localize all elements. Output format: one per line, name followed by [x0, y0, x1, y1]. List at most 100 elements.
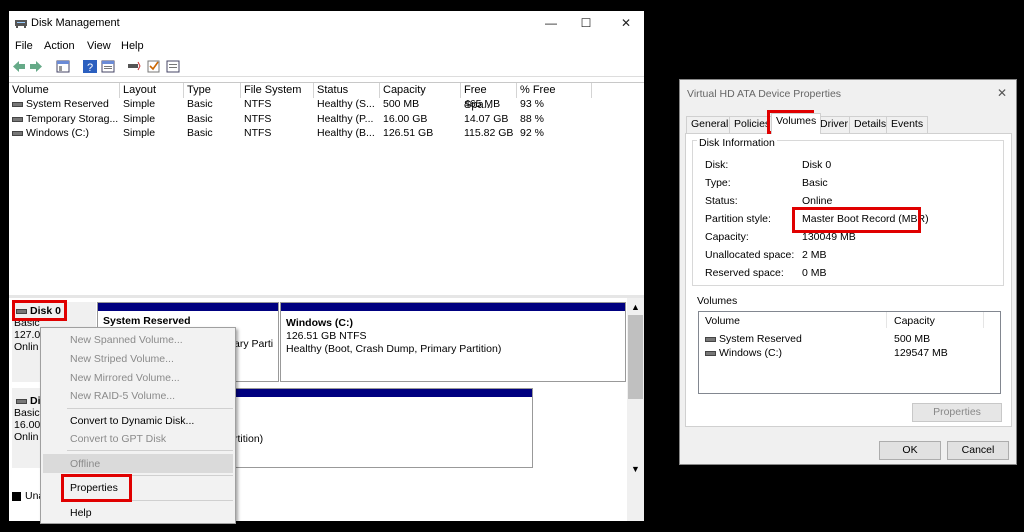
title-bar: Disk Management — ☐ ✕ — [9, 11, 644, 36]
percent-free-cell: 88 % — [520, 113, 544, 125]
partition-bar — [281, 303, 625, 311]
menu-item-help[interactable]: Help — [70, 506, 92, 520]
volumes-tab-panel: Disk Information Disk: Disk 0 Type: Basi… — [685, 133, 1012, 427]
minimize-button[interactable]: — — [541, 15, 561, 31]
menu-help[interactable]: Help — [121, 40, 144, 52]
field-reserved-label: Reserved space: — [705, 267, 784, 279]
column-header-type[interactable]: Type — [184, 83, 241, 98]
menu-item-new-raid5-volume[interactable]: New RAID-5 Volume... — [70, 389, 175, 403]
status-cell: Healthy (B... — [317, 127, 375, 139]
menu-file[interactable]: File — [15, 40, 33, 52]
window-title: Disk Management — [31, 17, 120, 29]
capacity-cell: 126.51 GB — [383, 127, 434, 139]
percent-free-cell: 93 % — [520, 98, 544, 110]
toolbar: ? — [9, 57, 644, 77]
help-icon[interactable]: ? — [83, 60, 97, 73]
free-space-cell: 115.82 GB — [464, 127, 514, 139]
partition-windows-c[interactable]: Windows (C:) 126.51 GB NTFS Healthy (Boo… — [280, 302, 626, 382]
type-cell: Basic — [187, 113, 213, 125]
column-header-volume[interactable]: Volume — [9, 83, 120, 98]
highlight-disk-0 — [12, 300, 67, 321]
column-header-percent-free[interactable]: % Free — [517, 83, 592, 98]
field-partition-style-label: Partition style: — [705, 213, 771, 225]
tab-general[interactable]: General — [686, 116, 734, 133]
tab-volumes[interactable]: Volumes — [771, 113, 822, 134]
disk-icon — [16, 398, 27, 404]
highlight-properties-menu-item — [61, 474, 132, 502]
field-capacity-label: Capacity: — [705, 231, 749, 243]
list-item[interactable]: System Reserved — [705, 333, 802, 345]
volume-icon — [12, 101, 23, 107]
capacity-cell: 500 MB — [383, 98, 420, 110]
volume-icon — [12, 130, 23, 136]
field-disk-value: Disk 0 — [802, 159, 832, 171]
list-item[interactable]: Windows (C:) — [705, 347, 782, 359]
volume-list: Volume Layout Type File System Status Ca… — [9, 82, 644, 299]
volumes-column-volume[interactable]: Volume — [699, 312, 887, 328]
volume-icon — [12, 116, 23, 122]
menu-item-new-mirrored-volume[interactable]: New Mirrored Volume... — [70, 371, 180, 385]
column-header-capacity[interactable]: Capacity — [380, 83, 461, 98]
properties-view-icon[interactable] — [101, 60, 115, 73]
column-header-free-space[interactable]: Free Spa... — [461, 83, 517, 111]
filesystem-cell: NTFS — [244, 127, 272, 139]
volume-capacity: 500 MB — [894, 333, 931, 345]
free-space-cell: 465 MB — [464, 98, 501, 110]
volume-capacity: 129547 MB — [894, 347, 948, 359]
partition-title: Windows (C:) — [286, 317, 353, 329]
menu-item-new-striped-volume[interactable]: New Striped Volume... — [70, 352, 174, 366]
field-disk-label: Disk: — [705, 159, 729, 171]
partition-status: Healthy (Boot, Crash Dump, Primary Parti… — [286, 343, 502, 355]
scroll-down-icon[interactable]: ▼ — [631, 464, 640, 474]
menu-separator — [67, 450, 233, 451]
menu-item-offline[interactable]: Offline — [70, 457, 100, 471]
free-space-cell: 14.07 GB — [464, 113, 509, 125]
tab-details[interactable]: Details — [849, 116, 892, 133]
back-arrow-icon[interactable] — [12, 60, 26, 73]
volume-icon — [705, 350, 716, 356]
layout-cell: Simple — [123, 113, 156, 125]
cancel-button[interactable]: Cancel — [947, 441, 1009, 460]
volumes-listview[interactable]: Volume Capacity System Reserved 500 MB W… — [698, 311, 1001, 394]
volume-properties-button[interactable]: Properties — [912, 403, 1002, 422]
type-cell: Basic — [187, 98, 213, 110]
column-header-file-system[interactable]: File System — [241, 83, 314, 98]
field-status-label: Status: — [705, 195, 738, 207]
scroll-up-icon[interactable]: ▲ — [631, 302, 640, 312]
field-type-value: Basic — [802, 177, 828, 189]
vertical-scrollbar[interactable]: ▲ ▼ — [627, 298, 644, 521]
ok-button[interactable]: OK — [879, 441, 941, 460]
menu-action[interactable]: Action — [44, 40, 75, 52]
maximize-button[interactable]: ☐ — [576, 15, 596, 31]
forward-arrow-icon[interactable] — [29, 60, 43, 73]
partition-status: ary Parti — [234, 338, 274, 350]
menu-item-convert-dynamic[interactable]: Convert to Dynamic Disk... — [70, 414, 194, 428]
volume-cell: System Reserved — [12, 98, 109, 111]
field-status-value: Online — [802, 195, 833, 207]
menu-view[interactable]: View — [87, 40, 111, 52]
column-header-status[interactable]: Status — [314, 83, 380, 98]
menu-item-convert-gpt[interactable]: Convert to GPT Disk — [70, 432, 166, 446]
connect-disk-icon[interactable] — [127, 60, 141, 73]
field-type-label: Type: — [705, 177, 731, 189]
status-cell: Healthy (P... — [317, 113, 374, 125]
scroll-thumb[interactable] — [628, 315, 643, 399]
menu-item-new-spanned-volume[interactable]: New Spanned Volume... — [70, 333, 183, 347]
column-header-layout[interactable]: Layout — [120, 83, 184, 98]
svg-text:?: ? — [87, 62, 93, 73]
volume-name: Windows (C:) — [719, 347, 783, 359]
dialog-close-button[interactable]: ✕ — [997, 86, 1007, 100]
tab-events[interactable]: Events — [886, 116, 929, 133]
volumes-column-capacity[interactable]: Capacity — [888, 312, 984, 328]
menu-bar: File Action View Help — [9, 37, 644, 55]
partition-status: rtition) — [234, 433, 264, 445]
volumes-label: Volumes — [697, 295, 738, 307]
status-cell: Healthy (S... — [317, 98, 375, 110]
window-list-icon[interactable] — [166, 60, 180, 73]
checklist-icon[interactable] — [147, 60, 161, 73]
type-cell: Basic — [187, 127, 213, 139]
close-button[interactable]: ✕ — [616, 15, 636, 31]
console-tree-icon[interactable] — [56, 60, 70, 73]
highlight-partition-style — [792, 207, 921, 233]
menu-separator — [67, 408, 233, 409]
